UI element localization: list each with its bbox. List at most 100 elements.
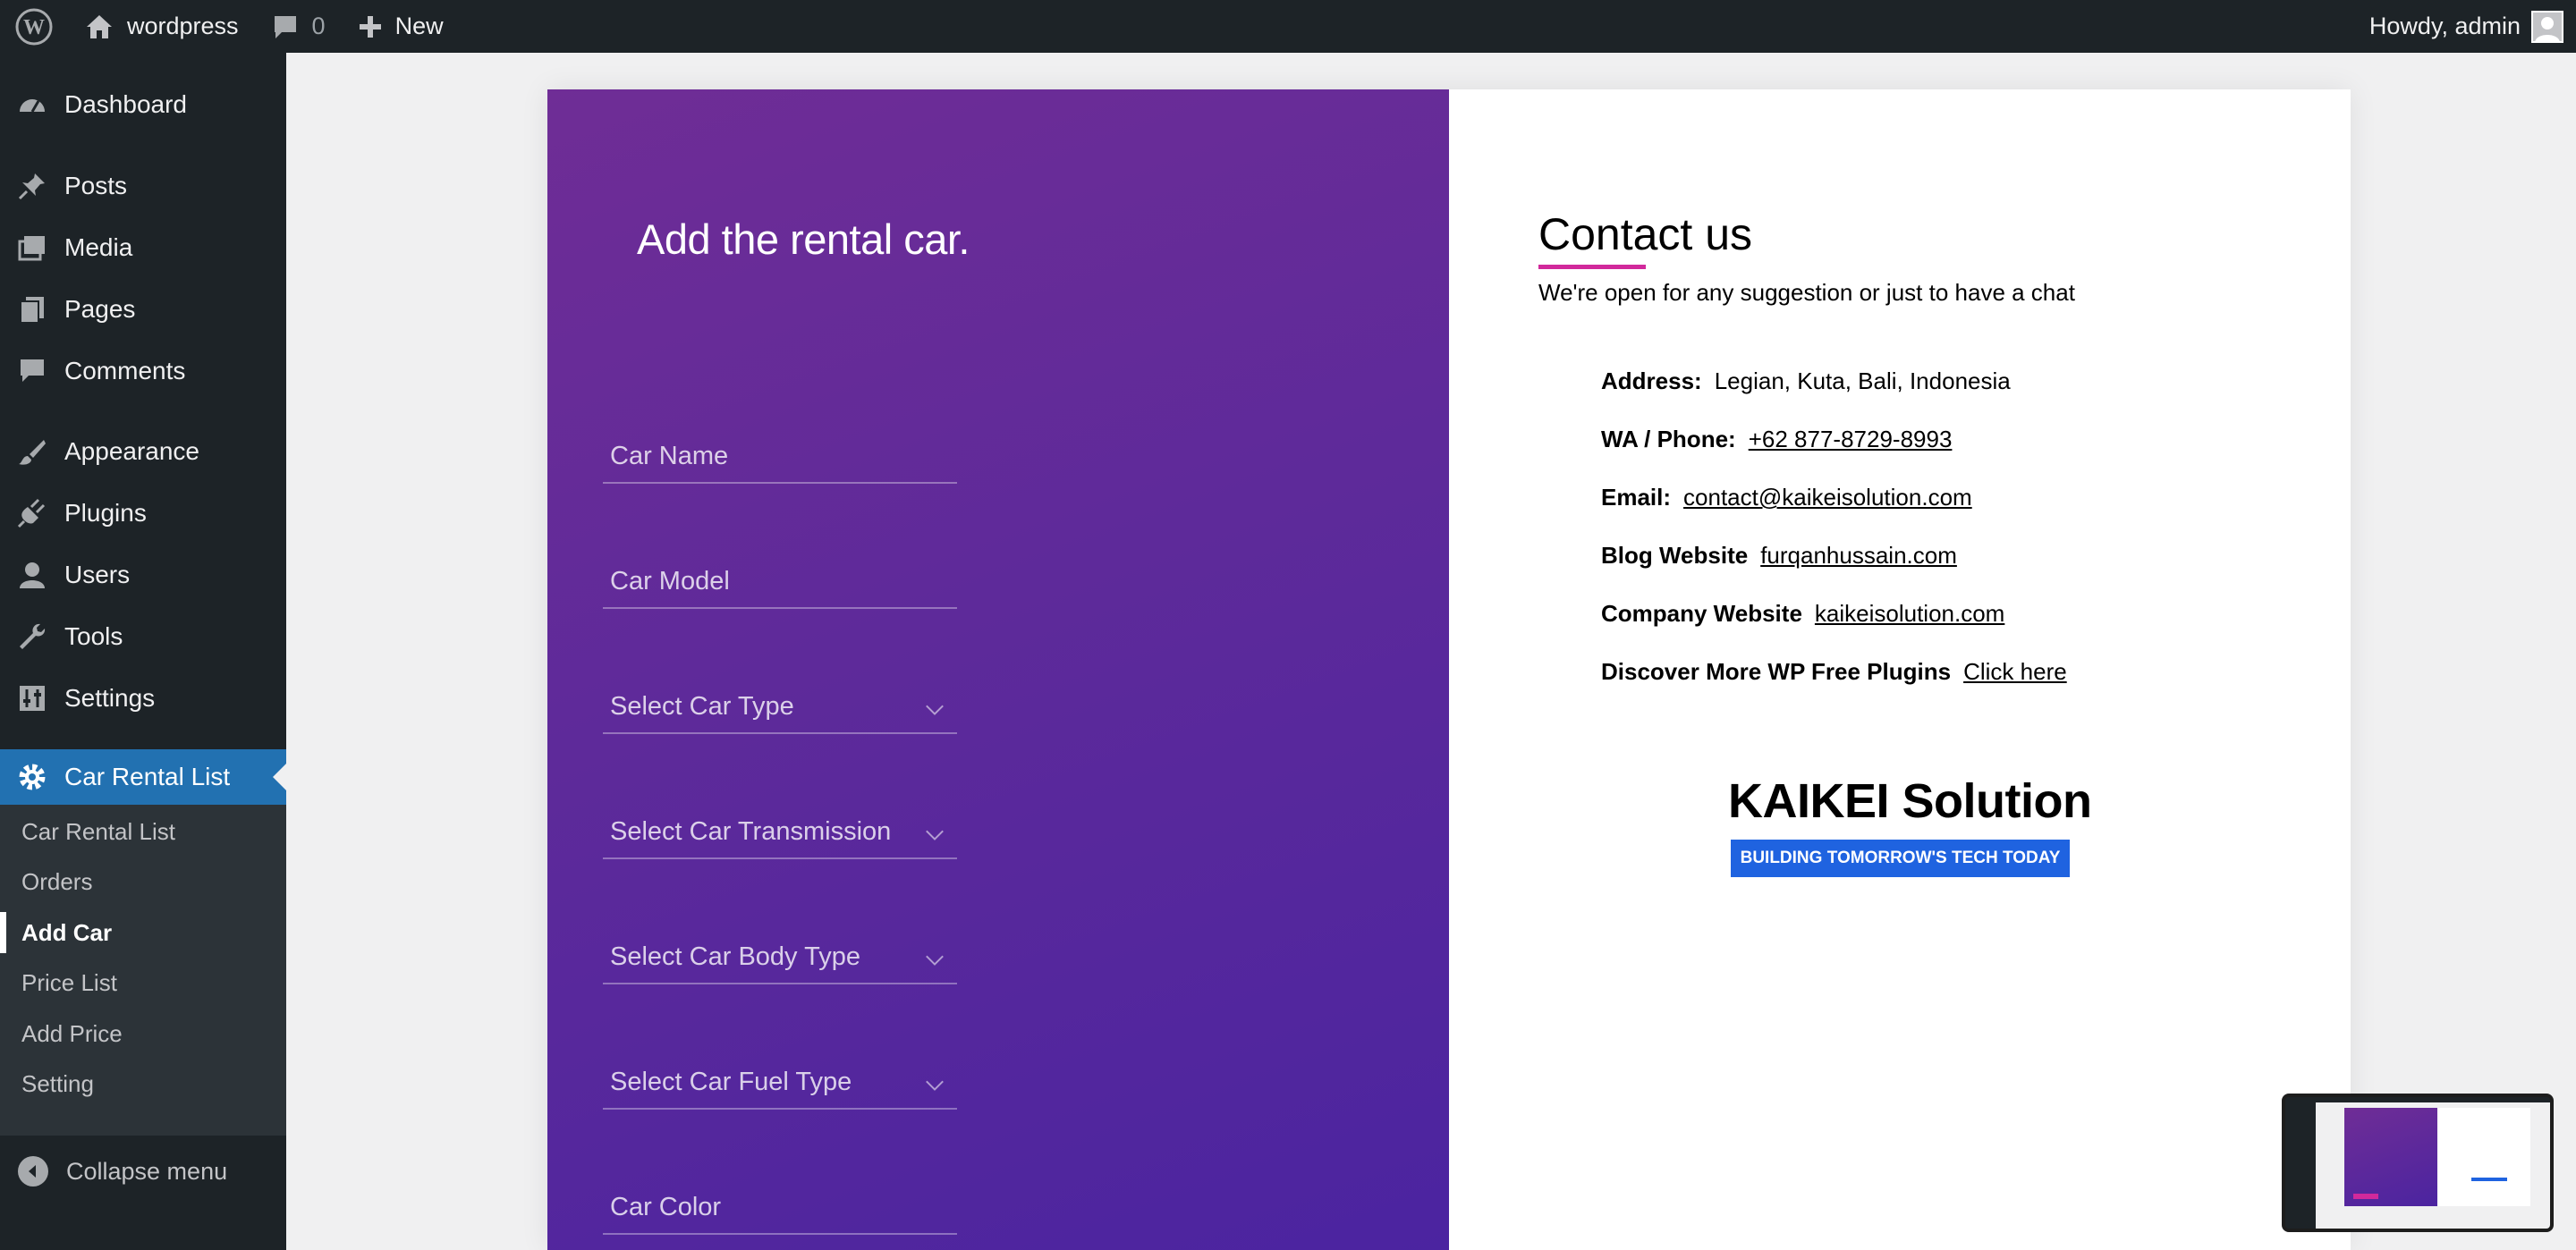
submenu-orders[interactable]: Orders (0, 857, 286, 906)
add-car-form: Add the rental car. Car Name Car Model S… (547, 89, 1449, 1250)
menu-label: Posts (64, 172, 128, 199)
comments-count: 0 (311, 13, 326, 39)
admin-bar: W wordpress 0 New Howdy, admin (0, 0, 2576, 53)
screenshot-thumbnail[interactable] (2282, 1094, 2554, 1232)
chevron-down-icon (926, 1073, 944, 1091)
comment-icon (274, 15, 296, 38)
car-rental-submenu: Car Rental List Orders Add Car Price Lis… (0, 805, 286, 1136)
company-link[interactable]: kaikeisolution.com (1815, 600, 2004, 627)
wordpress-logo-menu[interactable]: W (0, 0, 55, 53)
blog-row: Blog Website furqanhussain.com (1601, 542, 1957, 570)
user-silhouette-icon (2535, 16, 2560, 41)
sliders-icon (16, 682, 48, 714)
blog-link[interactable]: furqanhussain.com (1760, 542, 1957, 569)
new-content-button[interactable]: New (358, 0, 444, 53)
site-home-link[interactable]: wordpress (84, 0, 239, 53)
menu-label: Pages (64, 295, 136, 323)
form-title: Add the rental car. (637, 215, 970, 263)
menu-plugins[interactable]: Plugins (0, 486, 286, 541)
field-placeholder: Car Color (610, 1192, 722, 1221)
menu-media[interactable]: Media (0, 220, 286, 275)
home-icon (87, 14, 112, 38)
email-row: Email: contact@kaikeisolution.com (1601, 484, 1972, 511)
company-row: Company Website kaikeisolution.com (1601, 600, 2004, 628)
collapse-label: Collapse menu (66, 1157, 228, 1185)
phone-row: WA / Phone: +62 877-8729-8993 (1601, 426, 1952, 453)
email-link[interactable]: contact@kaikeisolution.com (1683, 484, 1972, 511)
gear-icon (16, 761, 48, 793)
new-label: New (394, 13, 444, 39)
phone-link[interactable]: +62 877-8729-8993 (1749, 426, 1953, 452)
menu-label: Users (64, 561, 131, 588)
brush-icon (16, 435, 48, 468)
car-model-input[interactable]: Car Model (603, 555, 957, 609)
site-name: wordpress (127, 13, 239, 39)
chevron-down-icon (926, 697, 944, 715)
account-menu[interactable]: Howdy, admin (2369, 0, 2563, 53)
menu-label: Car Rental List (64, 763, 231, 790)
menu-label: Tools (64, 622, 123, 650)
howdy-text: Howdy, admin (2368, 13, 2521, 39)
media-icon (16, 232, 48, 264)
thumb-brand-tag (2471, 1178, 2507, 1181)
car-type-select[interactable]: Select Car Type (603, 680, 957, 734)
collapse-menu-button[interactable]: Collapse menu (0, 1136, 286, 1207)
dashboard-icon (16, 89, 48, 121)
submenu-setting[interactable]: Setting (0, 1060, 286, 1108)
address-row: Address: Legian, Kuta, Bali, Indonesia (1601, 367, 2011, 395)
menu-appearance[interactable]: Appearance (0, 424, 286, 479)
menu-label: Dashboard (64, 90, 187, 118)
menu-posts[interactable]: Posts (0, 158, 286, 214)
submenu-price-list[interactable]: Price List (0, 959, 286, 1007)
wordpress-logo-icon: W (15, 8, 53, 45)
menu-comments[interactable]: Comments (0, 343, 286, 399)
field-placeholder: Select Car Type (610, 691, 794, 721)
address-label: Address: (1601, 367, 1702, 394)
contact-subtitle: We're open for any suggestion or just to… (1538, 279, 2075, 306)
avatar (2531, 10, 2563, 43)
submenu-add-price[interactable]: Add Price (0, 1009, 286, 1058)
thumb-button (2353, 1194, 2378, 1199)
menu-dashboard[interactable]: Dashboard (0, 77, 286, 132)
plugins-row: Discover More WP Free Plugins Click here (1601, 658, 2067, 686)
menu-car-rental-list[interactable]: Car Rental List (0, 749, 286, 805)
plus-icon (359, 15, 381, 38)
menu-settings[interactable]: Settings (0, 671, 286, 726)
click-here-link[interactable]: Click here (1963, 658, 2067, 685)
car-body-type-select[interactable]: Select Car Body Type (603, 931, 957, 984)
field-placeholder: Car Name (610, 441, 729, 470)
menu-label: Media (64, 233, 133, 261)
field-placeholder: Select Car Transmission (610, 816, 892, 846)
svg-text:W: W (23, 16, 45, 39)
comments-link[interactable]: 0 (271, 0, 326, 53)
chevron-down-icon (926, 823, 944, 840)
thumb-contact-panel (2437, 1108, 2530, 1206)
menu-tools[interactable]: Tools (0, 609, 286, 664)
menu-pages[interactable]: Pages (0, 282, 286, 337)
thumb-form-panel (2344, 1108, 2437, 1206)
submenu-car-rental-list[interactable]: Car Rental List (0, 807, 286, 856)
menu-users[interactable]: Users (0, 547, 286, 603)
contact-panel: Contact us We're open for any suggestion… (1449, 89, 2351, 1250)
field-placeholder: Select Car Fuel Type (610, 1067, 852, 1096)
plugins-label: Discover More WP Free Plugins (1601, 658, 1952, 685)
pin-icon (16, 170, 48, 202)
brand-name: KAIKEI Solution (1728, 774, 2092, 828)
address-value: Legian, Kuta, Bali, Indonesia (1714, 367, 2011, 394)
collapse-arrow-icon (18, 1156, 48, 1187)
menu-label: Appearance (64, 437, 200, 465)
blog-label: Blog Website (1601, 542, 1749, 569)
car-color-input[interactable]: Car Color (603, 1181, 957, 1235)
user-icon (16, 559, 48, 591)
submenu-add-car[interactable]: Add Car (0, 908, 286, 957)
car-transmission-select[interactable]: Select Car Transmission (603, 806, 957, 859)
car-name-input[interactable]: Car Name (603, 430, 957, 484)
plugin-card: Add the rental car. Car Name Car Model S… (547, 89, 2351, 1250)
field-placeholder: Select Car Body Type (610, 942, 860, 971)
title-underline (1538, 265, 1646, 269)
car-fuel-type-select[interactable]: Select Car Fuel Type (603, 1056, 957, 1110)
company-label: Company Website (1601, 600, 1802, 627)
wrench-icon (16, 621, 48, 653)
brand-tagline: BUILDING TOMORROW'S TECH TODAY (1731, 840, 2070, 877)
menu-label: Plugins (64, 499, 147, 527)
